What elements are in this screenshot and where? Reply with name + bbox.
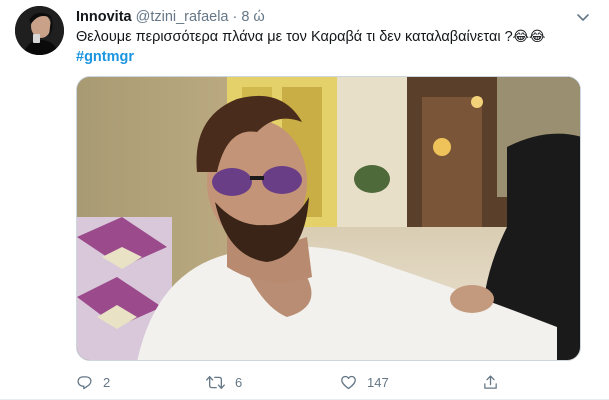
retweet-count: 6	[235, 374, 243, 390]
heart-icon	[340, 374, 357, 391]
reply-icon	[76, 374, 93, 391]
tweet-emoji: 😂😂	[512, 29, 546, 45]
separator-dot: ·	[232, 9, 238, 25]
retweet-button[interactable]: 6	[206, 372, 242, 392]
share-button[interactable]	[482, 372, 499, 392]
reply-count: 2	[103, 374, 111, 390]
like-count: 147	[367, 374, 389, 390]
chevron-down-icon[interactable]	[575, 9, 591, 25]
tweet-media-photo[interactable]	[76, 76, 581, 361]
tweet-actions: 2 6 147	[76, 372, 596, 392]
tweet-text-body: Θελουμε περισσότερα πλάνα με τον Καραβά …	[76, 29, 513, 45]
display-name[interactable]: Innovita	[76, 9, 132, 25]
tweet[interactable]: Innovita @tzini_rafaela · 8 ώ Θελουμε πε…	[0, 0, 609, 400]
timestamp[interactable]: 8 ώ	[241, 9, 264, 25]
avatar[interactable]	[15, 6, 64, 55]
like-button[interactable]: 147	[340, 372, 389, 392]
retweet-icon	[206, 374, 225, 391]
tweet-text: Θελουμε περισσότερα πλάνα με τον Καραβά …	[76, 27, 596, 47]
user-handle[interactable]: @tzini_rafaela	[136, 9, 229, 25]
tweet-header: Innovita @tzini_rafaela · 8 ώ	[76, 7, 265, 27]
share-icon	[482, 374, 499, 391]
reply-button[interactable]: 2	[76, 372, 110, 392]
hashtag-link[interactable]: #gntmgr	[76, 47, 134, 67]
